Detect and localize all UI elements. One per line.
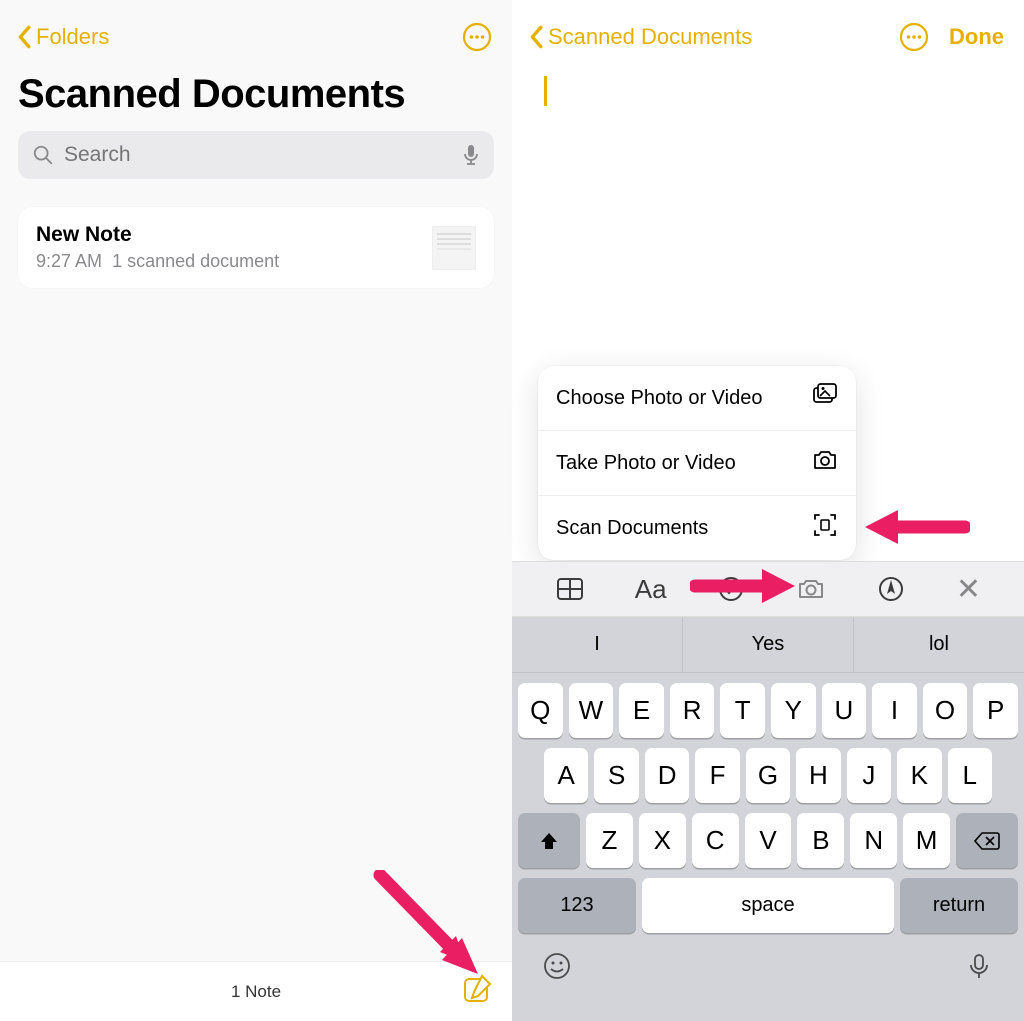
compose-icon	[462, 972, 494, 1004]
markup-icon	[876, 574, 906, 604]
markup-button[interactable]	[876, 574, 906, 604]
dictation-icon	[964, 951, 994, 981]
key[interactable]: M	[903, 813, 950, 868]
key[interactable]: S	[594, 748, 638, 803]
note-text: New Note 9:27 AM 1 scanned document	[36, 223, 432, 272]
shift-key[interactable]	[518, 813, 580, 868]
editor-actions: Done	[899, 22, 1004, 52]
key[interactable]: J	[847, 748, 891, 803]
camera-icon	[796, 574, 826, 604]
key[interactable]: O	[923, 683, 968, 738]
chevron-left-icon	[16, 25, 32, 49]
backspace-key[interactable]	[956, 813, 1018, 868]
text-format-button[interactable]: Aa	[635, 574, 667, 605]
dictation-button[interactable]	[964, 951, 994, 986]
keyboard: I Yes lol Q W E R T Y U I O P A S D F G …	[512, 617, 1024, 1021]
close-icon: ✕	[956, 572, 981, 607]
note-list-item[interactable]: New Note 9:27 AM 1 scanned document	[18, 207, 494, 288]
page-title: Scanned Documents	[0, 62, 512, 131]
key[interactable]: G	[746, 748, 790, 803]
numeric-key[interactable]: 123	[518, 878, 636, 933]
document-scanner-icon	[812, 512, 838, 544]
key[interactable]: U	[822, 683, 867, 738]
key[interactable]: K	[897, 748, 941, 803]
search-input[interactable]	[64, 143, 452, 167]
back-label: Folders	[36, 24, 109, 50]
key[interactable]: W	[569, 683, 614, 738]
key[interactable]: X	[639, 813, 686, 868]
backspace-icon	[974, 831, 1000, 851]
photo-library-icon	[812, 382, 838, 414]
key-row-2: A S D F G H J K L	[512, 748, 1024, 803]
suggestion[interactable]: lol	[854, 617, 1024, 672]
format-toolbar: Aa ✕	[512, 561, 1024, 617]
chevron-left-icon	[528, 25, 544, 49]
space-key[interactable]: space	[642, 878, 894, 933]
key-row-4: 123 space return	[512, 878, 1024, 933]
note-count: 1 Note	[231, 982, 281, 1002]
key[interactable]: Q	[518, 683, 563, 738]
editor-header: Scanned Documents Done	[512, 0, 1024, 62]
back-button[interactable]: Folders	[16, 24, 109, 50]
suggestion[interactable]: Yes	[683, 617, 854, 672]
key-row-1: Q W E R T Y U I O P	[512, 683, 1024, 738]
note-thumbnail	[432, 226, 476, 270]
menu-take-photo[interactable]: Take Photo or Video	[538, 430, 856, 495]
key[interactable]: V	[745, 813, 792, 868]
key[interactable]: Y	[771, 683, 816, 738]
close-toolbar-button[interactable]: ✕	[956, 572, 981, 607]
back-button[interactable]: Scanned Documents	[528, 24, 752, 50]
key[interactable]: F	[695, 748, 739, 803]
emoji-icon	[542, 951, 572, 981]
key[interactable]: B	[797, 813, 844, 868]
list-header: Folders	[0, 0, 512, 62]
camera-toolbar-button[interactable]	[796, 574, 826, 604]
dictation-icon[interactable]	[462, 143, 480, 167]
key[interactable]: A	[544, 748, 588, 803]
key[interactable]: H	[796, 748, 840, 803]
key[interactable]: Z	[586, 813, 633, 868]
key[interactable]: I	[872, 683, 917, 738]
text-cursor	[544, 76, 547, 106]
more-button[interactable]	[462, 22, 492, 52]
checklist-icon	[716, 574, 746, 604]
attachment-menu: Choose Photo or Video Take Photo or Vide…	[538, 366, 856, 560]
checklist-button[interactable]	[716, 574, 746, 604]
note-editor-screen: Scanned Documents Done Choose Photo or V…	[512, 0, 1024, 1021]
suggestions-bar: I Yes lol	[512, 617, 1024, 673]
menu-choose-photo[interactable]: Choose Photo or Video	[538, 366, 856, 430]
key[interactable]: T	[720, 683, 765, 738]
key-row-3: Z X C V B N M	[512, 813, 1024, 868]
compose-button[interactable]	[462, 972, 494, 1009]
key[interactable]: P	[973, 683, 1018, 738]
camera-icon	[812, 447, 838, 479]
return-key[interactable]: return	[900, 878, 1018, 933]
key[interactable]: E	[619, 683, 664, 738]
shift-icon	[538, 830, 560, 852]
key[interactable]: N	[850, 813, 897, 868]
ellipsis-circle-icon	[899, 22, 929, 52]
back-label: Scanned Documents	[548, 24, 752, 50]
note-subtitle: 9:27 AM 1 scanned document	[36, 251, 432, 272]
key[interactable]: R	[670, 683, 715, 738]
key[interactable]: D	[645, 748, 689, 803]
done-button[interactable]: Done	[949, 24, 1004, 50]
table-button[interactable]	[555, 574, 585, 604]
suggestion[interactable]: I	[512, 617, 683, 672]
search-icon	[32, 144, 54, 166]
notes-list-screen: Folders Scanned Documents New Note 9:27 …	[0, 0, 512, 1021]
emoji-button[interactable]	[542, 951, 572, 986]
more-button[interactable]	[899, 22, 929, 52]
list-footer: 1 Note	[0, 961, 512, 1021]
annotation-arrow	[860, 502, 970, 552]
keyboard-bottom-row	[512, 933, 1024, 986]
search-bar[interactable]	[18, 131, 494, 179]
note-title: New Note	[36, 223, 432, 247]
menu-scan-documents[interactable]: Scan Documents	[538, 495, 856, 560]
table-icon	[555, 574, 585, 604]
key[interactable]: L	[948, 748, 992, 803]
key[interactable]: C	[692, 813, 739, 868]
ellipsis-circle-icon	[462, 22, 492, 52]
